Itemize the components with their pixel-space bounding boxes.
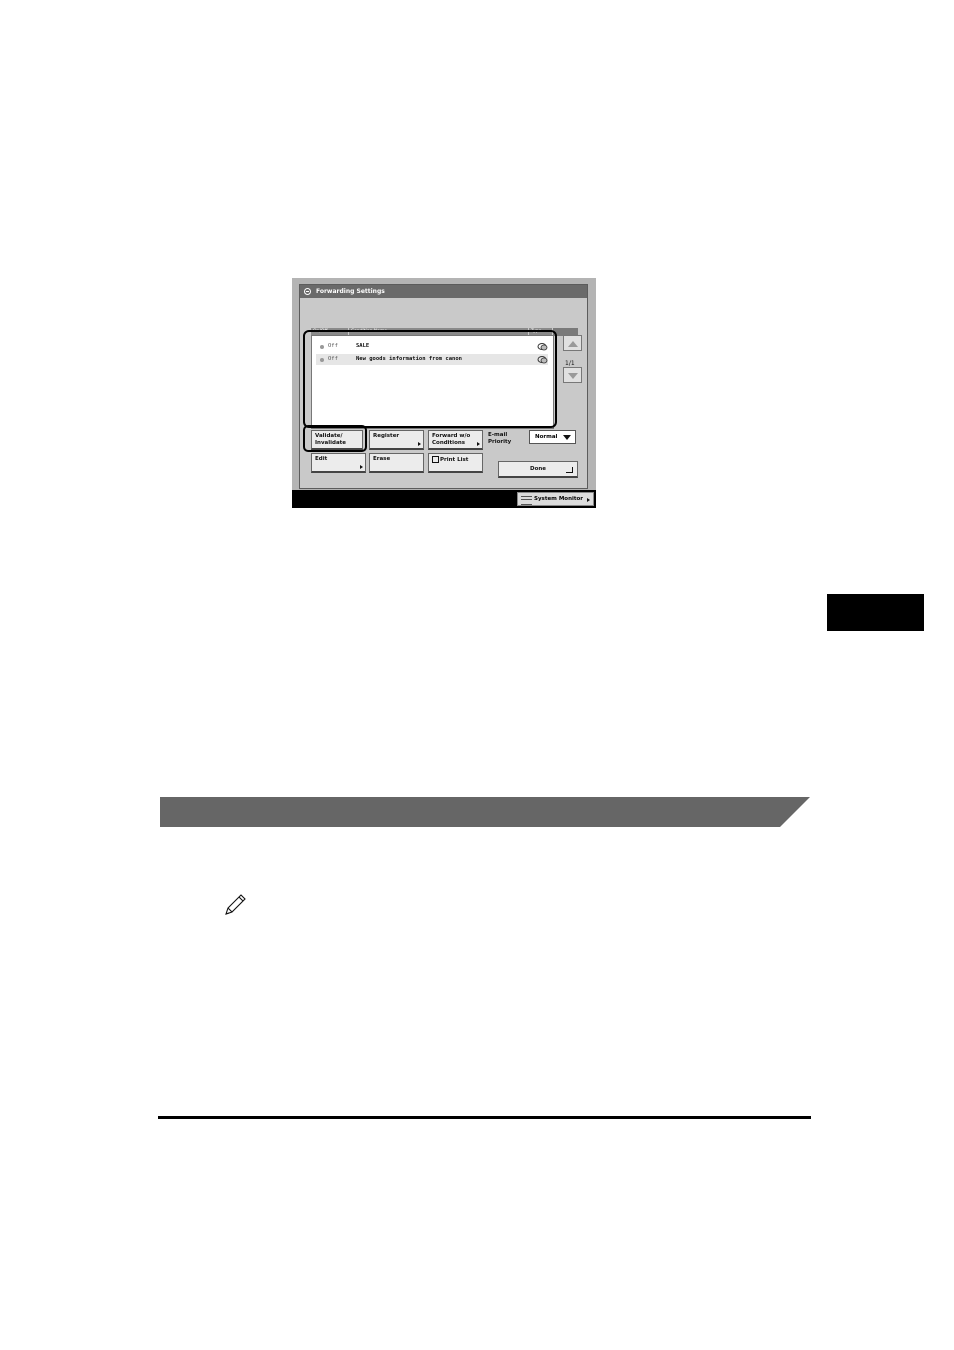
- scroll-up-button[interactable]: [563, 335, 582, 351]
- erase-button[interactable]: Erase: [369, 453, 424, 473]
- triangle-down-icon: [568, 373, 578, 379]
- system-monitor-label: System Monitor: [534, 496, 583, 502]
- list-callout-outline: [303, 330, 557, 428]
- triangle-up-icon: [568, 341, 578, 347]
- system-monitor-button[interactable]: System Monitor: [517, 492, 594, 506]
- edit-button[interactable]: Edit: [311, 453, 366, 473]
- print-list-button[interactable]: Print List: [428, 453, 483, 473]
- pencil-note-icon: [225, 894, 246, 915]
- forward-without-conditions-button[interactable]: Forward w/o Conditions: [428, 430, 483, 450]
- print-list-label: Print List: [440, 457, 469, 463]
- printer-icon: [432, 456, 439, 463]
- section-heading-band: [160, 797, 810, 827]
- done-label: Done: [530, 466, 546, 472]
- arrow-right-icon: [587, 498, 590, 502]
- email-priority-label: E-mail Priority: [488, 432, 511, 445]
- arrow-right-icon: [477, 442, 480, 446]
- chevron-down-icon: [563, 435, 571, 440]
- return-icon: [566, 467, 573, 473]
- erase-label: Erase: [373, 456, 391, 462]
- scroll-down-button[interactable]: [563, 367, 582, 383]
- window-title: Forwarding Settings: [316, 288, 385, 295]
- email-priority-value: Normal: [535, 434, 558, 440]
- bottom-rule: [158, 1116, 811, 1119]
- register-button[interactable]: Register: [369, 430, 424, 450]
- email-priority-line2: Priority: [488, 438, 512, 445]
- arrow-right-icon: [360, 465, 363, 469]
- chapter-side-tab: [827, 594, 924, 631]
- page-indicator: 1/1: [565, 360, 575, 367]
- system-monitor-icon: [521, 496, 532, 505]
- forwarding-settings-icon: [304, 288, 311, 295]
- window-title-bar: Forwarding Settings: [300, 285, 587, 298]
- status-bar: System Monitor: [292, 490, 596, 508]
- done-button[interactable]: Done: [498, 461, 578, 478]
- edit-label: Edit: [315, 456, 328, 462]
- arrow-right-icon: [418, 442, 421, 446]
- register-label: Register: [373, 433, 400, 439]
- validate-button-callout-outline: [303, 425, 367, 452]
- email-priority-select[interactable]: Normal: [529, 430, 576, 444]
- forward-label-line2: Conditions: [432, 439, 466, 446]
